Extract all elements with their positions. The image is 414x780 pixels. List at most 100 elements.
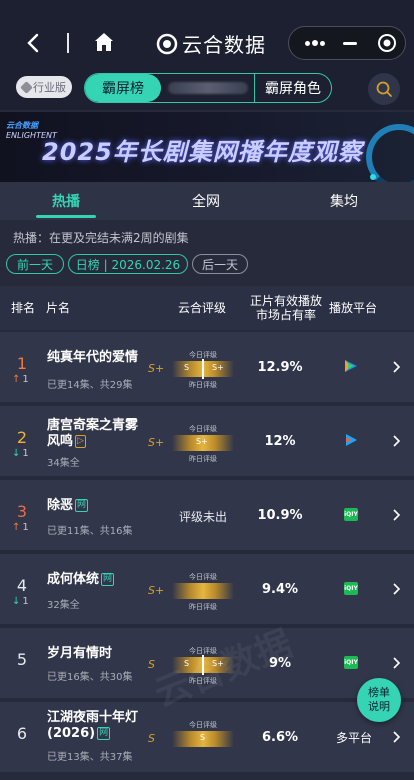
market-share: 9% [268,656,292,671]
hint-text: 热播：在更及完结未满2周的剧集 [13,231,189,245]
header-platform: 播放平台 [328,301,377,315]
grade-today-label: 今日评级 [189,573,217,581]
market-share: 6.6% [261,730,299,745]
iqiyi-icon: iQIY [336,654,366,670]
date-navigation: 前一天 日榜 | 2026.02.26 后一天 [6,254,248,276]
rank-number: 1 [16,354,28,373]
rank-number: 3 [16,502,28,521]
trend-up-icon: ↑ 1 [12,522,29,533]
table-row[interactable]: 1 ↑ 1 纯真年代的爱情 已更14集、共29集 S+ 今日评级 S S+ 昨日评级… [0,332,414,402]
segment-blurred[interactable] [161,74,255,102]
tencent-video-icon [336,358,366,374]
table-row[interactable]: 5 岁月有情时 已更16集、共30集 S 今日评级 S S+ 昨日评级 9% iQ… [0,628,414,698]
grade-yesterday-label: 昨日评级 [189,455,217,463]
header-share: 正片有效播放 市场占有率 [249,294,322,322]
target-icon[interactable] [369,27,405,59]
chevron-right-icon [393,583,401,595]
grade-gauge: 今日评级 S S+ 昨日评级 [172,646,234,686]
market-share: 12.9% [257,360,303,375]
tab-hot[interactable]: 热播 [30,182,102,220]
blurred-label [167,82,248,94]
grade-yesterday-label: 昨日评级 [189,603,217,611]
rank-number: 6 [16,724,28,743]
grade-gauge: 今日评级 S+ 昨日评级 [172,424,234,464]
tab-episode-average[interactable]: 集均 [308,182,380,220]
episode-info: 32集全 [47,600,80,611]
search-button[interactable] [368,73,400,105]
grade-gauge: 今日评级 S S+ 昨日评级 [172,350,234,390]
category-row: 行业版 霸屏榜 霸屏角色 [0,70,414,110]
ranking-tabs: 热播 全网 集均 [0,182,414,220]
nav-separator [67,33,69,53]
drama-title: 除恶网 [47,498,89,513]
ranking-explanation-button[interactable]: 榜单 说明 [357,678,401,722]
market-share: 10.9% [257,508,303,523]
grade-letter: S [148,658,155,671]
grade-letter: S+ [148,436,165,449]
back-icon[interactable] [22,31,46,55]
home-icon[interactable] [92,30,116,54]
date-picker-button[interactable]: 日榜 | 2026.02.26 [68,254,188,274]
grade-gauge: 今日评级 昨日评级 [172,572,234,612]
segment-dominance-board[interactable]: 霸屏榜 [85,74,161,102]
table-row[interactable]: 4 ↓ 1 成何体统网 32集全 S+ 今日评级 昨日评级 9.4% iQIY [0,554,414,624]
market-share: 12% [264,434,296,449]
market-share: 9.4% [261,582,299,597]
diamond-icon [20,80,33,94]
chevron-right-icon [393,509,401,521]
web-tag: 网 [75,499,89,512]
table-row[interactable]: 3 ↑ 1 除恶网 已更11集、共16集 评级未出 10.9% iQIY [0,480,414,550]
episode-info: 已更13集、共37集 [47,752,133,763]
iqiyi-icon: iQIY [336,580,366,596]
web-tag: 网 [97,727,111,740]
youku-icon [336,432,366,448]
drama-title: 成何体统网 [47,572,115,587]
grade-pending: 评级未出 [178,510,227,524]
tab-all-network[interactable]: 全网 [170,182,242,220]
banner-dot [370,174,376,180]
table-row[interactable]: 6 江湖夜雨十年灯(2026) 网 已更13集、共37集 S 今日评级 S 6.6… [0,702,414,772]
prev-day-button[interactable]: 前一天 [6,254,64,274]
segment-dominance-roles[interactable]: 霸屏角色 [255,74,331,102]
table-row[interactable]: 2 ↓ 1 唐宫奇案之青雾风鸣 ▷ 34集全 S+ 今日评级 S+ 昨日评级 12% [0,406,414,476]
app-title: 云合数据 [182,33,266,57]
play-tag-icon: ▷ [75,435,86,448]
grade-yesterday-label: 昨日评级 [189,677,217,685]
next-day-button[interactable]: 后一天 [192,254,248,274]
table-header: 排名 片名 云合评级 正片有效播放 市场占有率 播放平台 [0,286,414,330]
rank-number: 2 [16,428,28,447]
trend-down-icon: ↓ 1 [12,448,29,459]
episode-info: 已更14集、共29集 [47,380,133,391]
iqiyi-icon: iQIY [336,506,366,522]
annual-report-banner[interactable]: 云合数据 ENLIGHTENT 2025年长剧集网播年度观察 [0,112,414,182]
episode-info: 已更11集、共16集 [47,526,133,537]
grade-letter: S [148,732,155,745]
nav-row: 云合数据 [0,24,414,62]
episode-info: 已更16集、共30集 [47,672,133,683]
industry-label: 行业版 [33,81,66,94]
chevron-right-icon [393,361,401,373]
drama-title: 江湖夜雨十年灯(2026) 网 [47,710,139,741]
more-icon[interactable] [297,27,333,59]
platform-text: 多平台 [335,731,372,745]
header-rank: 排名 [10,301,35,315]
trend-up-icon: ↑ 1 [12,374,29,385]
minimize-icon[interactable] [333,27,367,59]
rank-number: 4 [16,576,28,595]
mini-program-capsule [288,26,406,60]
drama-title: 唐宫奇案之青雾风鸣 ▷ [47,418,139,449]
rank-number: 5 [16,650,28,669]
header-name: 片名 [46,301,71,315]
web-tag: 网 [101,573,115,586]
drama-title: 纯真年代的爱情 [47,350,139,365]
grade-today-label: 今日评级 [189,721,217,729]
grade-today-label: 今日评级 [189,425,217,433]
industry-edition-button[interactable]: 行业版 [16,76,72,98]
app-logo-icon [156,33,178,54]
grade-letter: S+ [148,584,165,597]
search-icon [376,81,392,97]
chevron-right-icon [393,435,401,447]
grade-gauge: 今日评级 S [172,720,234,760]
drama-title: 岁月有情时 [47,646,113,661]
app-title-group: 云合数据 [156,29,266,58]
